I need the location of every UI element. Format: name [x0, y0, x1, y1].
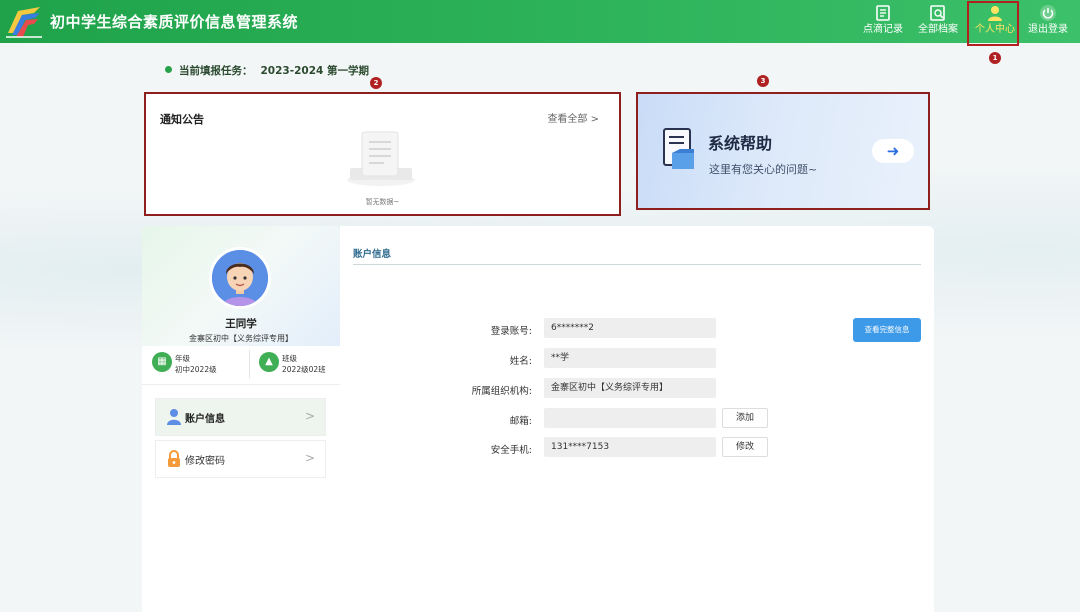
divider [353, 264, 921, 265]
app-logo [6, 7, 42, 38]
nav-logout[interactable]: 退出登录 [1022, 0, 1074, 43]
chevron-right-icon: > [304, 409, 315, 423]
notebook-icon [876, 5, 890, 21]
account-title: 账户信息 [353, 249, 392, 260]
nav-personal-center[interactable]: 个人中心 [967, 0, 1021, 46]
phone-label: 安全手机: [490, 445, 532, 456]
menu-item-account-info[interactable]: 账户信息 > [155, 398, 326, 436]
chevron-right-icon: > [304, 451, 315, 465]
power-icon [1040, 5, 1056, 21]
name-label: 姓名: [509, 356, 532, 367]
organization-label: 所属组织机构: [471, 386, 532, 397]
avatar-boy-icon [212, 250, 268, 306]
profile-card: 王同学 金寨区初中【义务综评专用】 ▦ 年级 初中2022级 ▲ 班级 2022… [142, 226, 340, 612]
email-field[interactable] [544, 408, 716, 428]
phone-field: 131****7153 [544, 437, 716, 457]
app-title: 初中学生综合素质评价信息管理系统 [50, 13, 299, 31]
divider [249, 350, 250, 378]
notice-card: 通知公告 查看全部 > 暂无数据~ [144, 92, 621, 216]
class-value: 2022级02班 [282, 365, 326, 374]
highlight-outline [967, 1, 1019, 46]
menu-item-change-password[interactable]: 修改密码 > [155, 440, 326, 478]
arrow-right-icon[interactable]: ➜ [872, 139, 914, 163]
grade-value: 初中2022级 [175, 365, 217, 374]
class-label: 班级 [282, 354, 297, 363]
grade-label: 年级 [175, 354, 190, 363]
lock-icon [168, 450, 180, 467]
login-account-field: 6*******2 [544, 318, 716, 338]
login-account-label: 登录账号: [490, 326, 532, 337]
nav-label: 全部档案 [918, 24, 958, 35]
avatar [209, 247, 271, 309]
view-full-info-button[interactable]: 查看完整信息 [853, 318, 921, 342]
email-label: 邮箱: [509, 416, 532, 427]
school-name: 金寨区初中【义务综评专用】 [189, 334, 293, 343]
menu-label: 修改密码 [185, 456, 225, 467]
marker-badge: 1 [989, 52, 1001, 64]
system-help-card[interactable]: 系统帮助 这里有您关心的问题~ ➜ [636, 92, 930, 210]
view-all-link[interactable]: 查看全部 > [547, 110, 599, 125]
marker-badge: 3 [757, 75, 769, 87]
nav-dianti-records[interactable]: 点滴记录 [857, 0, 909, 43]
account-info-panel: 账户信息 查看完整信息 登录账号: 6*******2 姓名: **学 所属组织… [340, 226, 934, 612]
add-email-button[interactable]: 添加 [722, 408, 768, 428]
empty-text: 暂无数据~ [365, 198, 400, 206]
top-header: 初中学生综合素质评价信息管理系统 点滴记录 全部档案 个人中心 退出登录 [0, 0, 1080, 46]
nav-all-archives[interactable]: 全部档案 [912, 0, 964, 43]
student-name: 王同学 [225, 318, 257, 330]
graduation-cap-icon: ▲ [259, 352, 279, 372]
task-label: 当前填报任务： [179, 65, 253, 77]
task-value: 2023-2024 第一学期 [260, 65, 369, 77]
notice-title: 通知公告 [160, 113, 204, 126]
current-task: 当前填报任务： 2023-2024 第一学期 [165, 63, 369, 78]
nav-label: 点滴记录 [863, 24, 903, 35]
user-icon [167, 409, 181, 425]
calendar-icon: ▦ [152, 352, 172, 372]
grade-info: ▦ 年级 初中2022级 [144, 350, 234, 380]
help-subtitle: 这里有您关心的问题~ [709, 163, 818, 176]
nav-label: 退出登录 [1028, 24, 1068, 35]
organization-field: 金寨区初中【义务综评专用】 [544, 378, 716, 398]
menu-label: 账户信息 [185, 414, 225, 425]
class-info: ▲ 班级 2022级02班 [251, 350, 340, 380]
status-dot-icon [165, 66, 172, 73]
help-document-icon [663, 128, 694, 169]
marker-badge: 2 [370, 77, 382, 89]
help-title: 系统帮助 [708, 134, 773, 153]
empty-document-icon [347, 131, 415, 186]
edit-phone-button[interactable]: 修改 [722, 437, 768, 457]
divider [142, 384, 340, 385]
archive-search-icon [930, 5, 945, 21]
name-field: **学 [544, 348, 716, 368]
